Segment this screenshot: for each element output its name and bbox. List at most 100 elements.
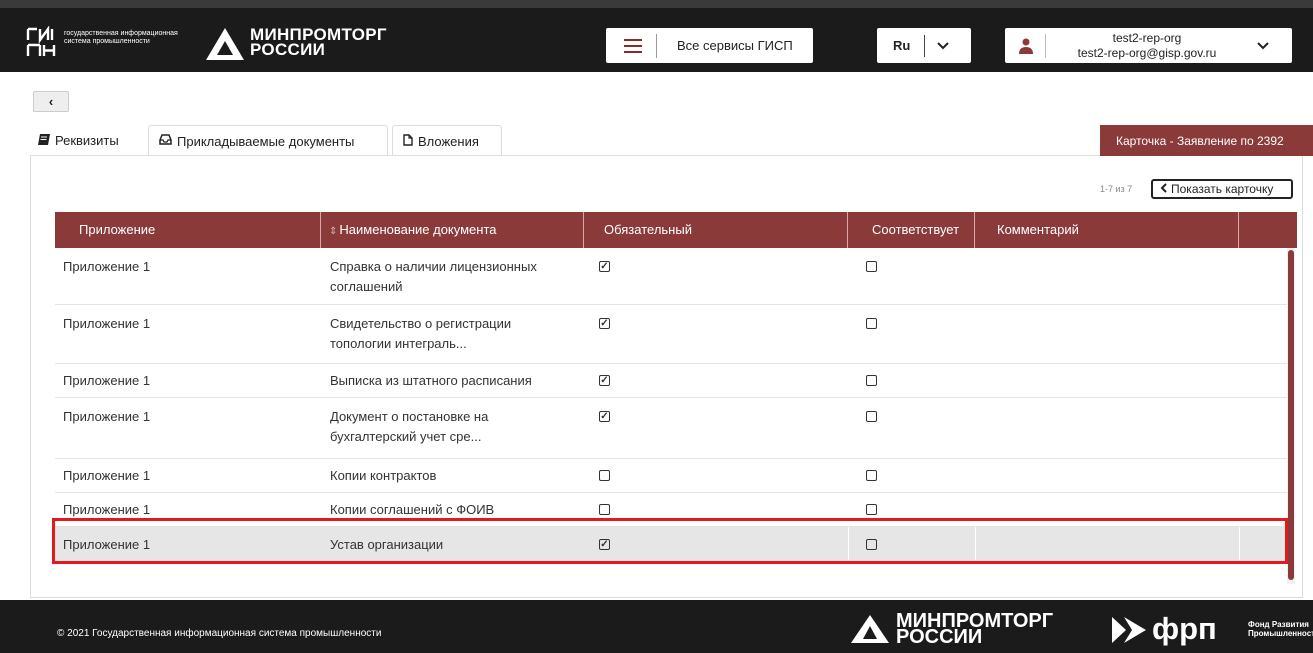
mandatory-checkbox-checked[interactable]: ✓ <box>599 411 610 422</box>
document-name-line: бухгалтерский учет сре... <box>330 429 482 444</box>
table-header: Приложение ⇕ Наименование документа Обяза… <box>55 212 1297 248</box>
all-services-label: Все сервисы ГИСП <box>677 38 793 53</box>
chevron-left-icon <box>1160 182 1167 196</box>
column-header-mandatory[interactable]: Обязательный <box>584 212 848 248</box>
user-menu[interactable]: test2-rep-org test2-rep-org@gisp.gov.ru <box>1005 28 1292 63</box>
top-header: государственная информационная система п… <box>0 0 1313 72</box>
matches-checkbox[interactable] <box>866 375 877 386</box>
language-select[interactable]: Ru <box>877 28 971 63</box>
column-header-document-name[interactable]: ⇕ Наименование документа <box>321 212 584 248</box>
table-row[interactable]: Приложение 1 Устав организации ✓ <box>55 527 1287 561</box>
column-header-label: Наименование документа <box>339 222 497 237</box>
footer: © 2021 Государственная информационная си… <box>0 600 1313 653</box>
ministry-logo-icon[interactable] <box>850 614 890 644</box>
cell-divider <box>1239 527 1240 560</box>
cell-application: Приложение 1 <box>63 537 151 552</box>
cell-application: Приложение 1 <box>63 373 151 388</box>
tab-attachments[interactable]: Вложения <box>392 125 502 156</box>
card-title-badge: Карточка - Заявление по 2392 <box>1100 125 1313 156</box>
scrollbar-thumb[interactable] <box>1288 250 1294 580</box>
tab-requisites[interactable]: Реквизиты <box>30 125 144 156</box>
matches-checkbox[interactable] <box>866 470 877 481</box>
cell-application: Приложение 1 <box>63 502 151 517</box>
table-row[interactable]: Приложение 1 Копии контрактов <box>55 459 1287 493</box>
column-header-matches[interactable]: Соответствует <box>848 212 975 248</box>
matches-checkbox[interactable] <box>866 411 877 422</box>
mandatory-checkbox[interactable] <box>599 504 610 515</box>
cell-document-name: Устав организации <box>330 535 585 555</box>
column-header-label: Обязательный <box>604 222 692 237</box>
matches-checkbox[interactable] <box>866 261 877 272</box>
mandatory-checkbox-checked[interactable]: ✓ <box>599 318 610 329</box>
back-button[interactable]: ‹ <box>33 91 69 112</box>
cell-document-name: Документ о постановке на бухгалтерский уч… <box>330 407 585 447</box>
document-name-line: Копии соглашений с ФОИВ <box>330 502 495 517</box>
tab-label: Вложения <box>418 133 479 149</box>
inbox-icon <box>159 134 172 148</box>
book-icon <box>38 133 50 148</box>
cell-document-name: Справка о наличии лицензионных соглашений <box>330 257 585 297</box>
document-name-line: Свидетельство о регистрации <box>330 316 512 331</box>
hamburger-icon <box>624 38 642 53</box>
mandatory-checkbox-checked[interactable]: ✓ <box>599 539 610 550</box>
document-name-line: Копии контрактов <box>330 468 437 483</box>
cell-document-name: Свидетельство о регистрации топологии инт… <box>330 314 585 354</box>
mandatory-checkbox[interactable] <box>599 470 610 481</box>
mandatory-checkbox-checked[interactable]: ✓ <box>599 375 610 386</box>
chevron-down-icon <box>1257 38 1269 53</box>
matches-checkbox[interactable] <box>866 539 877 550</box>
language-value: Ru <box>893 38 911 53</box>
user-name: test2-rep-org <box>1112 31 1182 45</box>
document-name-line: топологии интеграль... <box>330 336 467 351</box>
table-row[interactable]: Приложение 1 Выписка из штатного расписан… <box>55 364 1287 398</box>
copyright: © 2021 Государственная информационная си… <box>57 628 382 639</box>
sort-icon: ⇕ <box>329 226 338 237</box>
table-row[interactable]: Приложение 1 Копии соглашений с ФОИВ <box>55 493 1287 527</box>
cell-document-name: Копии соглашений с ФОИВ <box>330 500 585 520</box>
cell-application: Приложение 1 <box>63 259 151 274</box>
ministry-logo-text: МИНПРОМТОРГ РОССИИ <box>250 26 387 58</box>
mandatory-checkbox-checked[interactable]: ✓ <box>599 261 610 272</box>
chevron-down-icon <box>937 39 950 53</box>
frp-arrow-icon <box>1112 617 1146 643</box>
user-icon <box>1019 38 1033 54</box>
document-name-line: соглашений <box>330 279 403 294</box>
column-header-comment[interactable]: Комментарий <box>975 212 1239 248</box>
tab-label: Реквизиты <box>55 133 119 148</box>
document-name-line: Документ о постановке на <box>330 409 489 424</box>
cell-application: Приложение 1 <box>63 409 151 424</box>
frp-caption-line1: Фонд Развития <box>1248 620 1309 629</box>
document-name-line: Устав организации <box>330 537 444 552</box>
gisp-caption: государственная информационная система п… <box>64 30 178 45</box>
show-card-button[interactable]: Показать карточку <box>1151 179 1293 199</box>
column-header-label: Комментарий <box>997 222 1079 237</box>
cell-application: Приложение 1 <box>63 468 151 483</box>
gisp-logo[interactable] <box>26 25 58 62</box>
cell-document-name: Выписка из штатного расписания <box>330 371 585 391</box>
column-header-label: Соответствует <box>872 222 960 237</box>
ministry-footer-text: МИНПРОМТОРГ РОССИИ <box>896 611 1053 647</box>
tab-attached-documents[interactable]: Прикладываемые документы <box>148 125 388 156</box>
cell-application: Приложение 1 <box>63 316 151 331</box>
column-header-extra <box>1239 212 1297 248</box>
frp-logo[interactable]: фрп <box>1152 611 1217 647</box>
cell-document-name: Копии контрактов <box>330 466 585 486</box>
matches-checkbox[interactable] <box>866 318 877 329</box>
divider <box>1045 34 1046 58</box>
divider <box>656 33 657 58</box>
pager-info: 1-7 из 7 <box>1100 184 1133 194</box>
frp-caption-line2: Промышленности <box>1248 629 1313 638</box>
user-email: test2-rep-org@gisp.gov.ru <box>1077 46 1217 60</box>
table-row[interactable]: Приложение 1 Свидетельство о регистрации т… <box>55 305 1287 364</box>
divider <box>924 34 926 57</box>
table-row[interactable]: Приложение 1 Справка о наличии лицензионн… <box>55 248 1287 305</box>
all-services-button[interactable]: Все сервисы ГИСП <box>606 28 813 63</box>
cell-divider <box>848 527 849 560</box>
column-header-application[interactable]: Приложение <box>55 212 321 248</box>
frp-caption: Фонд Развития Промышленности <box>1248 620 1313 638</box>
matches-checkbox[interactable] <box>866 504 877 515</box>
ministry-logo-icon[interactable] <box>205 27 245 61</box>
table-row[interactable]: Приложение 1 Документ о постановке на бухг… <box>55 398 1287 459</box>
document-name-line: Справка о наличии лицензионных <box>330 259 537 274</box>
cell-divider <box>975 527 976 560</box>
